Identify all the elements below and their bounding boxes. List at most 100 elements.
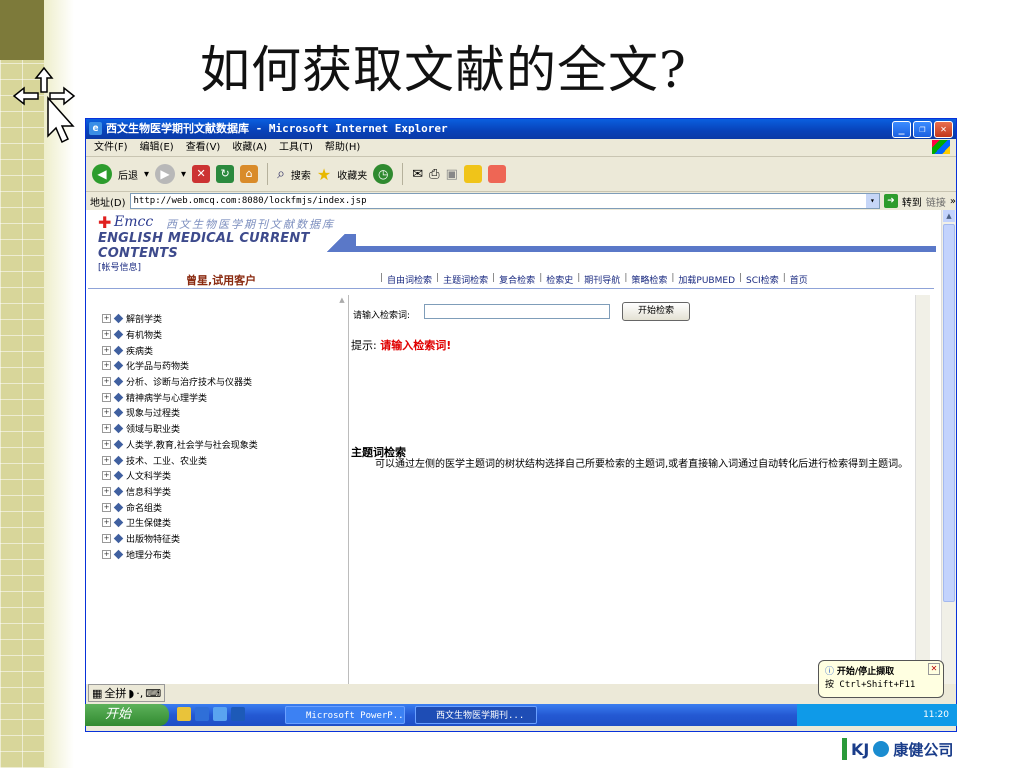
ime-icon[interactable]: ▦ [92, 687, 102, 700]
address-dropdown-icon[interactable]: ▾ [865, 194, 879, 208]
scroll-up-icon[interactable]: ▲ [943, 210, 955, 222]
window-title: 西文生物医学期刊文献数据库 - Microsoft Internet Explo… [106, 122, 448, 135]
nav-load-pubmed[interactable]: 加载PUBMED [678, 273, 735, 286]
tree-item[interactable]: + 有机物类 [102, 327, 342, 343]
go-button[interactable]: 转到 [902, 194, 922, 209]
brand-logo: KJ 康健公司 [842, 738, 953, 760]
stop-icon[interactable]: ✕ [192, 165, 211, 183]
tree-item[interactable]: + 命名组类 [102, 499, 342, 515]
quick-launch [177, 707, 245, 721]
tree-item[interactable]: + 卫生保健类 [102, 515, 342, 531]
menu-view[interactable]: 查看(V) [186, 139, 221, 156]
menu-file[interactable]: 文件(F) [94, 139, 128, 156]
mail-icon[interactable]: ✉ [412, 167, 423, 182]
node-icon [113, 345, 124, 355]
minimize-button[interactable]: _ [892, 121, 911, 138]
ie-icon: e [89, 122, 102, 135]
punctuation-icon[interactable]: ·, [136, 687, 143, 700]
links-label[interactable]: 链接 [926, 194, 946, 209]
balloon-body: 按 Ctrl+Shift+F11 [825, 680, 916, 690]
menu-tools[interactable]: 工具(T) [279, 139, 313, 156]
tree-item[interactable]: + 领域与职业类 [102, 421, 342, 437]
home-icon[interactable]: ⌂ [240, 165, 259, 183]
quicklaunch-icon[interactable] [177, 707, 191, 721]
folder-icon[interactable] [463, 165, 482, 183]
start-search-button[interactable]: 开始检索 [622, 302, 690, 321]
history-icon[interactable]: ◷ [373, 164, 394, 184]
scroll-thumb[interactable] [943, 224, 955, 602]
quicklaunch-icon[interactable] [195, 707, 209, 721]
system-tray: 11:20 [797, 704, 957, 726]
maximize-button[interactable]: ❐ [913, 121, 932, 138]
ie-quicklaunch-icon[interactable] [213, 707, 227, 721]
search-icon[interactable]: ⌕ [277, 166, 285, 182]
back-icon[interactable]: ◀ [92, 164, 112, 184]
quicklaunch-icon[interactable] [231, 707, 245, 721]
back-dropdown-icon[interactable]: ▾ [144, 169, 149, 180]
brand-kj: KJ [851, 739, 870, 759]
nav-sci-search[interactable]: SCI检索 [746, 273, 779, 286]
close-button[interactable]: ✕ [934, 121, 953, 138]
tree-item[interactable]: + 现象与过程类 [102, 405, 342, 421]
menu-help[interactable]: 帮助(H) [325, 139, 360, 156]
address-label: 地址(D) [90, 197, 126, 209]
page-scrollbar[interactable]: ▲ [941, 210, 956, 684]
start-button[interactable]: 开始 [85, 704, 169, 726]
favorites-label[interactable]: 收藏夹 [337, 167, 367, 182]
tree-item[interactable]: + 精神病学与心理学类 [102, 389, 342, 405]
tree-item[interactable]: + 技术、工业、农业类 [102, 452, 342, 468]
nav-subject-search[interactable]: 主题词检索 [443, 273, 488, 286]
tree-item[interactable]: + 信息科学类 [102, 484, 342, 500]
subject-heading-description: 可以通过左侧的医学主题词的树状结构选择自己所要检索的主题词,或者直接输入词通过自… [375, 459, 909, 470]
node-icon [113, 439, 124, 450]
edit-icon[interactable]: ▣ [446, 167, 458, 182]
tree-item[interactable]: + 解剖学类 [102, 311, 342, 327]
go-arrow-icon[interactable]: ➜ [883, 194, 898, 208]
language-bar[interactable]: ▦ 全拼 ◗ ·, ⌨ [88, 684, 166, 702]
forward-icon[interactable]: ▶ [155, 164, 176, 184]
account-info-link[interactable]: [帐号信息] [98, 260, 141, 273]
left-frame-scroll-up-icon[interactable]: ▲ [336, 296, 348, 308]
tree-item[interactable]: + 疾病类 [102, 342, 342, 358]
tree-item[interactable]: + 化学品与药物类 [102, 358, 342, 374]
nav-strategy-search[interactable]: 策略检索 [631, 273, 667, 286]
task-powerpoint[interactable]: Microsoft PowerP... [285, 706, 405, 724]
nav-journal-navigation[interactable]: 期刊导航 [584, 273, 620, 286]
node-icon [113, 455, 124, 465]
address-input[interactable]: http://web.omcq.com:8080/lockfmjs/index.… [129, 193, 880, 209]
soft-keyboard-icon[interactable]: ⌨ [145, 687, 161, 700]
half-width-icon[interactable]: ◗ [128, 687, 134, 700]
slide-title: 如何获取文献的全文? [200, 41, 687, 99]
refresh-icon[interactable]: ↻ [216, 165, 235, 183]
ime-mode[interactable]: 全拼 [104, 685, 126, 701]
brand-name: 康健公司 [893, 740, 954, 759]
ie-window: e 西文生物医学期刊文献数据库 - Microsoft Internet Exp… [85, 118, 957, 732]
menu-favorites[interactable]: 收藏(A) [232, 139, 267, 156]
hint-text: 请输入检索词! [380, 339, 452, 352]
right-frame-scrollbar[interactable] [915, 295, 930, 684]
nav-search-history[interactable]: 检索史 [546, 273, 573, 286]
back-label[interactable]: 后退 [118, 167, 138, 182]
menu-edit[interactable]: 编辑(E) [140, 139, 174, 156]
nav-home[interactable]: 首页 [790, 273, 808, 286]
tree-item[interactable]: + 人类学,教育,社会学与社会现象类 [102, 437, 342, 453]
search-input[interactable] [424, 304, 610, 319]
balloon-close-icon[interactable]: ✕ [928, 663, 940, 675]
forward-dropdown-icon[interactable]: ▾ [181, 169, 186, 180]
nav-free-text-search[interactable]: 自由词检索 [387, 273, 432, 286]
hint: 提示: 请输入检索词! [351, 337, 451, 353]
banner-stripe [356, 246, 936, 252]
messenger-icon[interactable] [487, 165, 506, 183]
tree-item[interactable]: + 出版物特征类 [102, 531, 342, 547]
favorites-icon[interactable]: ★ [317, 165, 331, 184]
tree-item[interactable]: + 地理分布类 [102, 546, 342, 562]
links-chevron-icon[interactable]: » [950, 196, 956, 207]
tree-item[interactable]: + 分析、诊断与治疗技术与仪器类 [102, 374, 342, 390]
nav-compound-search[interactable]: 复合检索 [499, 273, 535, 286]
search-label[interactable]: 搜索 [291, 167, 311, 182]
balloon-title: 开始/停止撷取 [836, 667, 895, 677]
print-icon[interactable]: ⎙ [429, 167, 439, 182]
subject-tree: + 解剖学类 + 有机物类 + 疾病类 + 化学品与药物类 + 分析、诊断与治疗技术与仪器… [102, 311, 342, 681]
task-ie[interactable]: 西文生物医学期刊... [415, 706, 537, 724]
tree-item[interactable]: + 人文科学类 [102, 468, 342, 484]
